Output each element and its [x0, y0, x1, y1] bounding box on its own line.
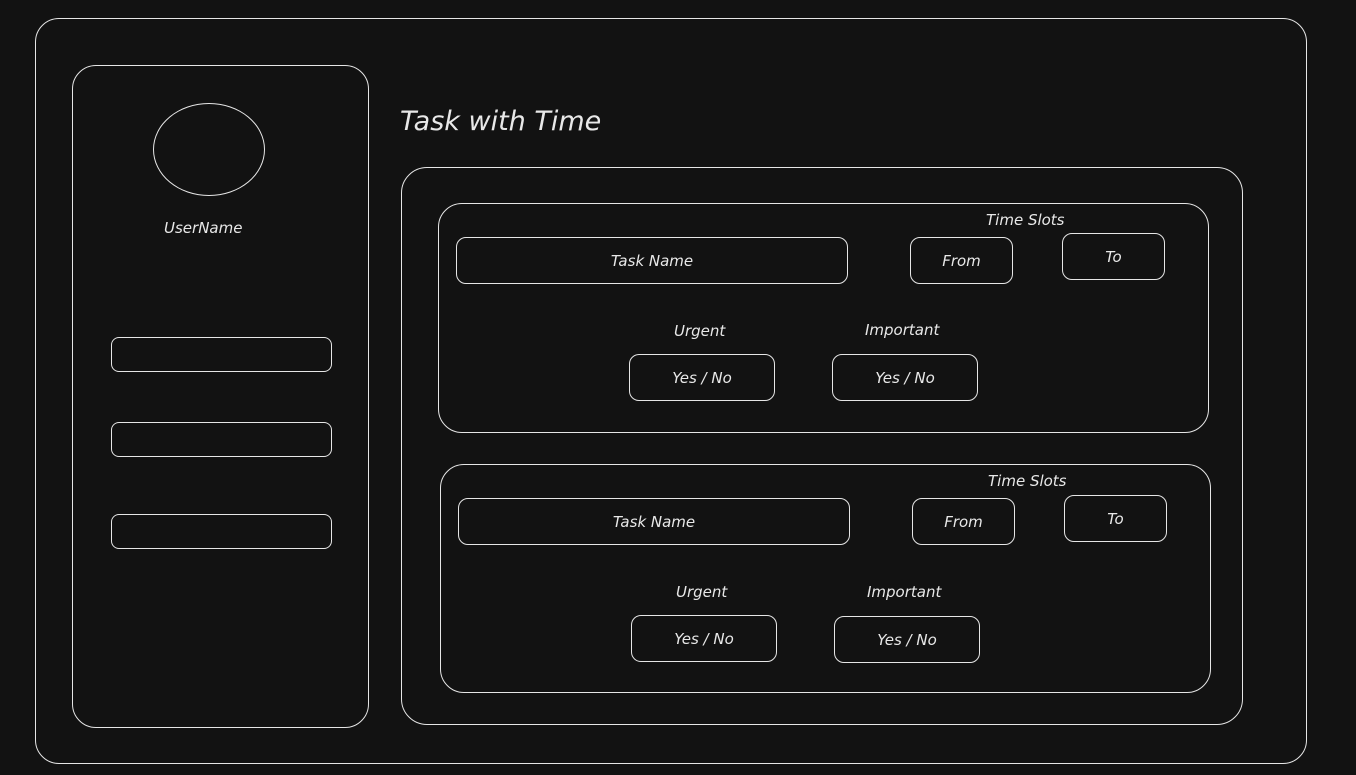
username-label: UserName: [164, 219, 243, 237]
from-time-field[interactable]: From: [910, 237, 1013, 284]
important-label: Important: [867, 583, 942, 601]
urgent-toggle[interactable]: Yes / No: [629, 354, 775, 401]
important-toggle[interactable]: Yes / No: [832, 354, 978, 401]
sidebar-nav-item-1[interactable]: [111, 337, 332, 372]
urgent-label: Urgent: [674, 322, 726, 340]
from-time-field[interactable]: From: [912, 498, 1015, 545]
time-slots-label: Time Slots: [988, 472, 1067, 490]
task-name-input[interactable]: Task Name: [458, 498, 850, 545]
avatar[interactable]: [153, 103, 265, 196]
urgent-toggle[interactable]: Yes / No: [631, 615, 777, 662]
important-toggle[interactable]: Yes / No: [834, 616, 980, 663]
sidebar-nav-item-2[interactable]: [111, 422, 332, 457]
to-time-field[interactable]: To: [1064, 495, 1167, 542]
urgent-label: Urgent: [676, 583, 728, 601]
task-name-input[interactable]: Task Name: [456, 237, 848, 284]
sidebar-nav-item-3[interactable]: [111, 514, 332, 549]
time-slots-label: Time Slots: [986, 211, 1065, 229]
page-title: Task with Time: [400, 106, 602, 137]
important-label: Important: [865, 321, 940, 339]
to-time-field[interactable]: To: [1062, 233, 1165, 280]
